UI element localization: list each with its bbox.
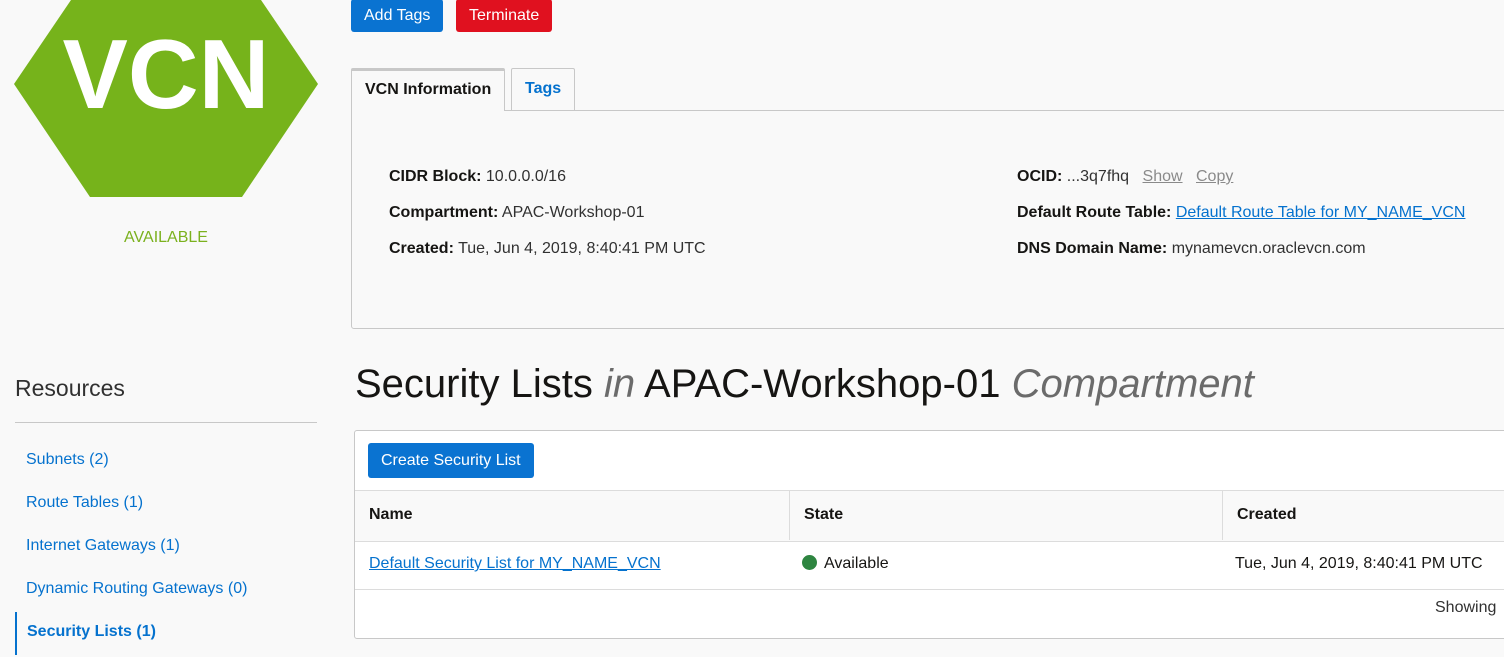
ocid-field: OCID: ...3q7fhq Show Copy: [1017, 168, 1233, 186]
security-lists-table-panel: Create Security List Name State Created …: [354, 430, 1504, 639]
vcn-hexagon-icon: VCN: [14, 0, 318, 197]
column-header-created[interactable]: Created: [1223, 491, 1504, 540]
default-route-table-label: Default Route Table:: [1017, 204, 1172, 221]
heading-main: Security Lists: [355, 362, 593, 406]
column-header-state[interactable]: State: [790, 491, 1222, 540]
vcn-status: AVAILABLE: [124, 229, 208, 246]
table-row: Default Security List for MY_NAME_VCN Av…: [355, 540, 1504, 590]
resource-item-subnets[interactable]: Subnets (2): [15, 440, 317, 483]
cidr-block-label: CIDR Block:: [389, 168, 482, 185]
resources-title: Resources: [15, 375, 125, 401]
heading-in: in: [603, 362, 636, 406]
ocid-copy-link[interactable]: Copy: [1196, 168, 1233, 185]
table-footer-showing: Showing: [1435, 599, 1497, 616]
vcn-icon-text: VCN: [63, 19, 270, 129]
heading-suffix: Compartment: [1011, 362, 1254, 406]
resource-item-internet-gateways[interactable]: Internet Gateways (1): [15, 526, 317, 569]
resource-item-dynamic-routing-gateways[interactable]: Dynamic Routing Gateways (0): [15, 569, 317, 612]
resources-divider: [15, 422, 317, 423]
create-security-list-button[interactable]: Create Security List: [368, 443, 534, 478]
default-route-table-link[interactable]: Default Route Table for MY_NAME_VCN: [1176, 204, 1466, 221]
heading-compartment: APAC-Workshop-01: [644, 362, 1001, 406]
dns-domain-field: DNS Domain Name: mynamevcn.oraclevcn.com: [1017, 240, 1366, 258]
ocid-show-link[interactable]: Show: [1143, 168, 1183, 185]
created-field: Created: Tue, Jun 4, 2019, 8:40:41 PM UT…: [389, 240, 706, 258]
compartment-label: Compartment:: [389, 204, 499, 221]
resources-list: Subnets (2) Route Tables (1) Internet Ga…: [15, 440, 317, 655]
ocid-label: OCID:: [1017, 168, 1063, 185]
status-dot-icon: [802, 555, 817, 570]
compartment-value: APAC-Workshop-01: [501, 204, 645, 221]
vcn-info-panel: CIDR Block: 10.0.0.0/16 Compartment: APA…: [351, 110, 1504, 329]
add-tags-button[interactable]: Add Tags: [351, 0, 444, 32]
created-value: Tue, Jun 4, 2019, 8:40:41 PM UTC: [458, 240, 706, 257]
cidr-block-value: 10.0.0.0/16: [485, 168, 566, 185]
tab-vcn-information[interactable]: VCN Information: [351, 68, 506, 111]
default-route-table-field: Default Route Table: Default Route Table…: [1017, 204, 1465, 222]
resource-item-security-lists[interactable]: Security Lists (1): [15, 612, 317, 655]
security-list-name-link[interactable]: Default Security List for MY_NAME_VCN: [369, 555, 661, 572]
compartment-field: Compartment: APAC-Workshop-01: [389, 204, 644, 222]
tab-tags[interactable]: Tags: [511, 68, 576, 111]
resource-item-route-tables[interactable]: Route Tables (1): [15, 483, 317, 526]
column-header-name[interactable]: Name: [355, 491, 789, 540]
terminate-button[interactable]: Terminate: [456, 0, 553, 32]
table-header: Name State Created: [355, 490, 1504, 542]
dns-domain-value: mynamevcn.oraclevcn.com: [1171, 240, 1366, 257]
ocid-value: ...3q7fhq: [1066, 168, 1130, 185]
cidr-block-field: CIDR Block: 10.0.0.0/16: [389, 168, 566, 186]
created-label: Created:: [389, 240, 454, 257]
row-created-cell: Tue, Jun 4, 2019, 8:40:41 PM UTC: [1235, 555, 1483, 572]
row-state-cell: Available: [802, 540, 889, 588]
row-state-value: Available: [824, 555, 889, 572]
security-lists-heading: Security Lists in APAC-Workshop-01 Compa…: [355, 362, 1254, 407]
row-name-cell: Default Security List for MY_NAME_VCN: [369, 540, 661, 588]
dns-domain-label: DNS Domain Name:: [1017, 240, 1168, 257]
